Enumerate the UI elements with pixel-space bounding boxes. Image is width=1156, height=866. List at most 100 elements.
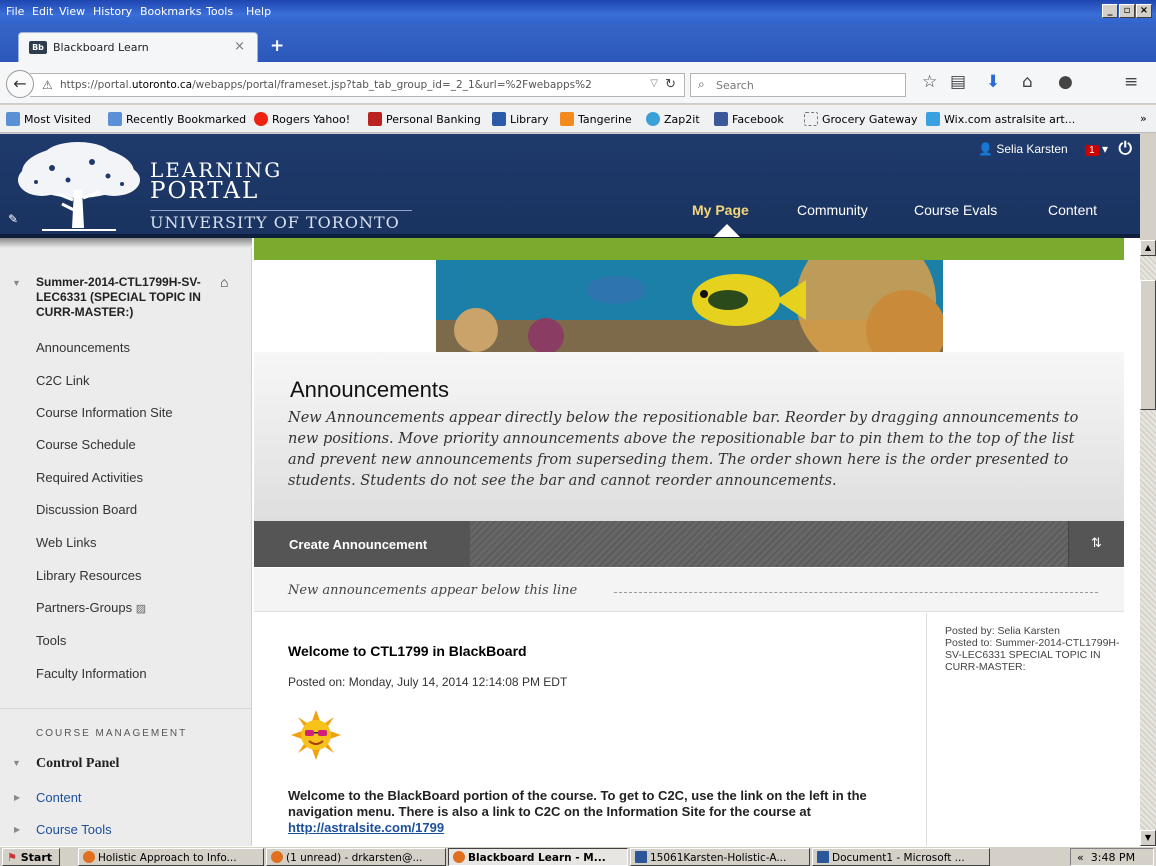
- sidebar-item-announcements[interactable]: Announcements: [36, 340, 130, 355]
- sidebar-item-partners-groups[interactable]: Partners-Groups ▨: [36, 600, 146, 615]
- sidebar-item-course-information-site[interactable]: Course Information Site: [36, 405, 173, 420]
- restore-button[interactable]: ▫: [1119, 4, 1135, 18]
- hamburger-menu-icon[interactable]: ≡: [1124, 72, 1138, 92]
- scrollbar-thumb[interactable]: [1140, 280, 1156, 410]
- control-item-content[interactable]: Content: [36, 790, 82, 805]
- nav-toolbar: ⚠ https://portal.utoronto.ca/webapps/por…: [0, 62, 1156, 104]
- hidden-item-icon: ▨: [135, 603, 147, 615]
- course-site-link[interactable]: http://astralsite.com/1799: [288, 820, 444, 835]
- back-button[interactable]: ←: [6, 70, 34, 98]
- url-dropdown-icon[interactable]: ▽: [650, 78, 658, 89]
- bookmark-recently-bookmarked[interactable]: Recently Bookmarked: [108, 112, 246, 126]
- reading-list-icon[interactable]: ▤: [950, 72, 966, 92]
- sun-sunglasses-icon: [291, 710, 341, 760]
- tangerine-icon: [560, 112, 574, 126]
- user-icon: 👤: [978, 142, 993, 156]
- sidebar-item-library-resources[interactable]: Library Resources: [36, 568, 142, 583]
- search-input[interactable]: ⌕ Search: [690, 73, 906, 97]
- task-blackboard-learn[interactable]: Blackboard Learn - M...: [448, 848, 628, 866]
- menu-file[interactable]: File: [6, 5, 24, 18]
- tab-content[interactable]: Content: [1048, 202, 1097, 218]
- bookmark-wix[interactable]: Wix.com astralsite art...: [926, 112, 1075, 126]
- announcement-title: Welcome to CTL1799 in BlackBoard: [288, 643, 527, 659]
- sidebar-item-faculty-information[interactable]: Faculty Information: [36, 666, 147, 681]
- tab-community[interactable]: Community: [797, 202, 868, 218]
- logo-line-portal: PORTAL: [150, 178, 260, 204]
- sidebar-item-discussion-board[interactable]: Discussion Board: [36, 502, 137, 517]
- url-bar[interactable]: ⚠ https://portal.utoronto.ca/webapps/por…: [30, 73, 685, 97]
- course-sidebar: ▼ Summer-2014-CTL1799H-SV-LEC6331 (SPECI…: [0, 238, 252, 846]
- chat-icon[interactable]: ●: [1058, 72, 1073, 92]
- portal-header: LEARNING PORTAL UNIVERSITY OF TORONTO ✎ …: [0, 134, 1140, 238]
- sidebar-item-course-schedule[interactable]: Course Schedule: [36, 437, 136, 452]
- sort-icon[interactable]: ⇅: [1068, 521, 1124, 567]
- vertical-scrollbar[interactable]: ▲ ▼: [1140, 240, 1156, 846]
- bookmark-library[interactable]: Library: [492, 112, 548, 126]
- control-panel-triangle-icon[interactable]: ▼: [12, 758, 21, 768]
- menu-help[interactable]: Help: [246, 5, 271, 18]
- fish-banner-image: [436, 260, 943, 352]
- user-menu[interactable]: 👤 Selia Karsten 1 ▾: [978, 142, 1108, 156]
- system-tray: « 3:48 PM: [1070, 848, 1154, 866]
- sidebar-item-web-links[interactable]: Web Links: [36, 535, 96, 550]
- announcement-body: Welcome to the BlackBoard portion of the…: [288, 788, 867, 835]
- home-icon[interactable]: ⌂: [1022, 72, 1033, 92]
- course-home-icon[interactable]: ⌂: [220, 274, 228, 290]
- bookmark-grocery-gateway[interactable]: Grocery Gateway: [804, 112, 917, 126]
- scroll-down-icon[interactable]: ▼: [1140, 830, 1156, 846]
- reload-icon[interactable]: ↻: [665, 77, 676, 92]
- repositionable-bar[interactable]: New announcements appear below this line: [254, 568, 1124, 612]
- new-tab-icon[interactable]: +: [270, 36, 284, 56]
- close-tab-icon[interactable]: ×: [234, 39, 245, 54]
- menu-bookmarks[interactable]: Bookmarks: [140, 5, 201, 18]
- minimize-button[interactable]: _: [1102, 4, 1118, 18]
- firefox-icon: [83, 851, 95, 863]
- tab-course-evals[interactable]: Course Evals: [914, 202, 997, 218]
- cibc-icon: [368, 112, 382, 126]
- logout-power-icon[interactable]: ⏻: [1119, 139, 1132, 159]
- task-document1[interactable]: Document1 - Microsoft ...: [812, 848, 990, 866]
- security-warning-icon[interactable]: ⚠: [42, 78, 53, 92]
- tab-my-page[interactable]: My Page: [692, 202, 749, 218]
- bookmark-personal-banking[interactable]: Personal Banking: [368, 112, 481, 126]
- bookmark-star-icon[interactable]: ☆: [922, 72, 937, 92]
- collapse-triangle-icon[interactable]: ▼: [12, 278, 21, 288]
- zap2it-icon: [646, 112, 660, 126]
- sidebar-item-required-activities[interactable]: Required Activities: [36, 470, 143, 485]
- bookmark-zap2it[interactable]: Zap2it: [646, 112, 700, 126]
- library-icon: [492, 112, 506, 126]
- course-title[interactable]: Summer-2014-CTL1799H-SV-LEC6331 (SPECIAL…: [36, 275, 214, 320]
- close-window-button[interactable]: ×: [1136, 4, 1152, 18]
- firefox-icon: [271, 851, 283, 863]
- bookmark-most-visited[interactable]: Most Visited: [6, 112, 91, 126]
- sidebar-item-tools[interactable]: Tools: [36, 633, 66, 648]
- menu-history[interactable]: History: [93, 5, 132, 18]
- task-holistic-approach[interactable]: Holistic Approach to Info...: [78, 848, 264, 866]
- download-icon[interactable]: ⬇: [986, 72, 1000, 92]
- expand-triangle-icon[interactable]: ▶: [14, 793, 20, 802]
- portal-logo-text: LEARNING PORTAL UNIVERSITY OF TORONTO: [150, 160, 412, 232]
- sidebar-item-c2c-link[interactable]: C2C Link: [36, 373, 89, 388]
- start-button[interactable]: ⚑ Start: [2, 848, 60, 866]
- control-item-course-tools[interactable]: Course Tools: [36, 822, 112, 837]
- task-unread-mail[interactable]: (1 unread) - drkarsten@...: [266, 848, 446, 866]
- menu-tools[interactable]: Tools: [206, 5, 233, 18]
- bookmark-facebook[interactable]: Facebook: [714, 112, 784, 126]
- scroll-up-icon[interactable]: ▲: [1140, 240, 1156, 256]
- bookmarks-overflow-icon[interactable]: »: [1140, 112, 1147, 125]
- task-karsten-document[interactable]: 15061Karsten-Holistic-A...: [630, 848, 810, 866]
- expand-triangle-icon[interactable]: ▶: [14, 825, 20, 834]
- browser-tab[interactable]: Bb Blackboard Learn ×: [18, 32, 258, 62]
- edit-pencil-icon[interactable]: ✎: [8, 212, 18, 226]
- bookmark-rogers-yahoo[interactable]: Rogers Yahoo!: [254, 112, 350, 126]
- chevron-down-icon: ▾: [1101, 142, 1108, 156]
- announcements-header: Announcements New Announcements appear d…: [254, 352, 1124, 522]
- menu-edit[interactable]: Edit: [32, 5, 53, 18]
- tray-expand-icon[interactable]: «: [1077, 851, 1084, 864]
- bookmark-tangerine[interactable]: Tangerine: [560, 112, 632, 126]
- create-announcement-button[interactable]: Create Announcement: [254, 521, 470, 567]
- control-panel-heading[interactable]: Control Panel: [36, 756, 119, 772]
- menu-view[interactable]: View: [59, 5, 85, 18]
- bookmarks-toolbar: Most Visited Recently Bookmarked Rogers …: [0, 105, 1156, 133]
- blackboard-favicon-icon: Bb: [29, 41, 47, 54]
